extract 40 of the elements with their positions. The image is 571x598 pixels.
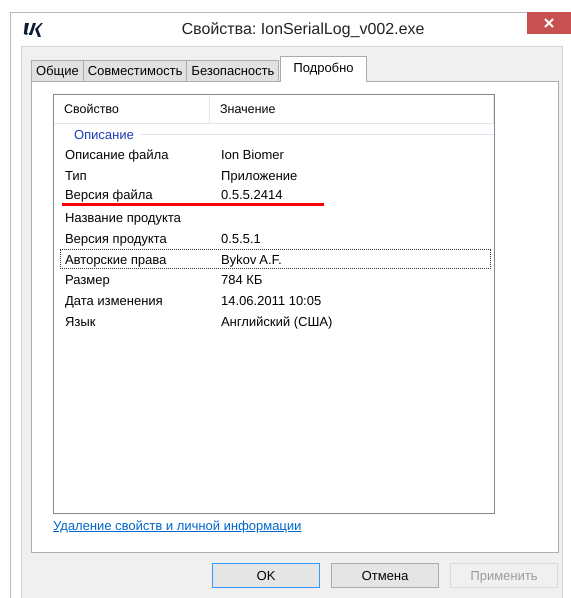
tab[interactable]: Подробно: [280, 56, 367, 82]
close-icon: [543, 17, 555, 29]
table-cell: 14.06.2011 10:05: [220, 292, 322, 308]
table-cell: Английский (США): [220, 314, 332, 329]
table-cell-text: Авторские права: [64, 252, 168, 267]
remove-properties-link[interactable]: Удаление свойств и личной информации: [53, 518, 302, 533]
table-cell: 0.5.5.1: [220, 230, 261, 246]
dialog-button[interactable]: Отмена: [331, 563, 439, 588]
tab[interactable]: Общие: [31, 60, 84, 81]
app-logo-icon: [23, 22, 43, 38]
window-title: Свойства: IonSerialLog_v002.exe: [180, 20, 426, 38]
table-cell-text: Тип: [64, 168, 88, 183]
table-cell-text: Версия продукта: [64, 230, 168, 246]
group-title: Описание: [74, 126, 134, 142]
table-cell-text: Название продукта: [64, 210, 182, 226]
list-row[interactable]: Размер 784 КБ: [60, 269, 491, 290]
list-row[interactable]: Версия файла 0.5.5.2414: [60, 185, 491, 208]
table-cell-text: Размер: [64, 272, 111, 288]
table-cell: 784 КБ: [220, 272, 262, 288]
column-header[interactable]: Значение: [210, 95, 494, 123]
close-button[interactable]: [527, 12, 571, 34]
table-cell-text: Описание файла: [64, 146, 170, 162]
list-row[interactable]: Язык Английский (США): [60, 310, 491, 332]
list-row[interactable]: Описание файла Ion Biomer: [60, 144, 491, 165]
list-row[interactable]: Название продукта: [60, 207, 491, 228]
dialog-button[interactable]: OK: [212, 563, 320, 588]
table-cell: Ion Biomer: [220, 146, 284, 162]
table-cell: 0.5.5.2414: [220, 186, 282, 202]
table-cell-text: Версия файла: [64, 186, 154, 202]
column-header[interactable]: Свойство: [54, 95, 210, 123]
table-cell: Приложение: [220, 168, 298, 183]
list-row[interactable]: Дата изменения 14.06.2011 10:05: [60, 290, 491, 311]
list-row[interactable]: Версия продукта 0.5.5.1: [60, 228, 491, 249]
table-cell-text: Дата изменения: [64, 292, 164, 308]
list-row[interactable]: Тип Приложение: [60, 164, 491, 186]
table-cell-text: Язык: [64, 314, 96, 329]
tab[interactable]: Безопасность: [186, 60, 280, 81]
table-cell: Bykov A.F.: [220, 252, 282, 267]
tab[interactable]: Совместимость: [82, 60, 188, 81]
list-row[interactable]: Авторские права Bykov A.F.: [60, 248, 491, 270]
